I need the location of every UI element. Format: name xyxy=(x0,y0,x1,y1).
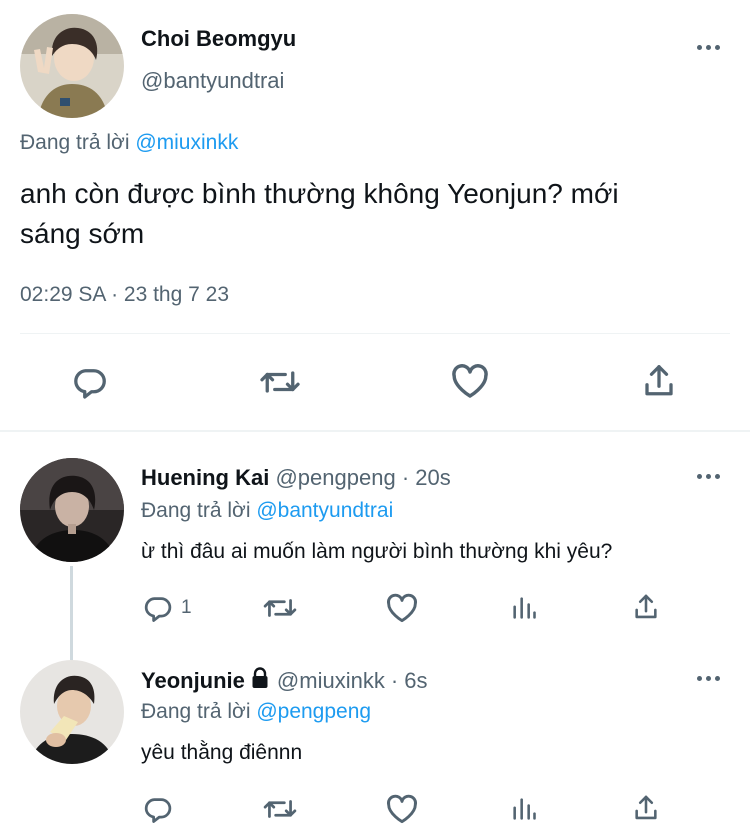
reply-icon xyxy=(143,794,173,824)
reply-context: Đang trả lời @pengpeng xyxy=(141,700,371,724)
reply-to-link[interactable]: @bantyundtrai xyxy=(256,499,393,522)
avatar[interactable] xyxy=(20,14,124,118)
tweet-text-line: sáng sớm xyxy=(20,218,145,249)
author-handle[interactable]: @miuxinkk xyxy=(277,668,385,694)
like-icon[interactable] xyxy=(451,363,489,399)
tweet-timestamp[interactable]: 02:29 SA · 23 thg 7 23 xyxy=(20,283,229,307)
more-options-icon[interactable] xyxy=(697,676,720,681)
author-handle[interactable]: @pengpeng xyxy=(275,465,395,490)
reply-icon[interactable] xyxy=(72,364,108,400)
reply-prefix: Đang trả lời xyxy=(20,131,130,154)
tweet-text: anh còn được bình thường không Yeonjun? … xyxy=(20,174,735,254)
share-icon[interactable] xyxy=(632,793,660,823)
like-icon[interactable] xyxy=(386,794,418,824)
tweet-time[interactable]: · 6s xyxy=(391,668,428,694)
reply-icon xyxy=(143,593,173,623)
retweet-icon[interactable] xyxy=(262,593,298,623)
reply-count: 1 xyxy=(181,597,192,618)
tweet-text: ừ thì đâu ai muốn làm người bình thường … xyxy=(141,540,613,563)
author-handle[interactable]: @bantyundtrai xyxy=(141,68,284,94)
author-name[interactable]: Choi Beomgyu xyxy=(141,26,296,52)
tweet-text-line: anh còn được bình thường không Yeonjun? … xyxy=(20,178,619,209)
author-name[interactable]: Huening Kai xyxy=(141,465,269,490)
reply-prefix: Đang trả lời xyxy=(141,499,251,522)
author-name[interactable]: Yeonjunie xyxy=(141,668,245,694)
lock-icon xyxy=(251,667,269,695)
analytics-icon[interactable] xyxy=(510,795,538,823)
avatar[interactable] xyxy=(20,458,124,562)
reply-header: Yeonjunie @miuxinkk · 6s xyxy=(141,667,428,695)
thread-line xyxy=(70,566,73,660)
reply-to-link[interactable]: @miuxinkk xyxy=(135,131,238,154)
reply-button[interactable] xyxy=(143,794,173,824)
reply-prefix: Đang trả lời xyxy=(141,700,251,723)
share-icon[interactable] xyxy=(632,592,660,622)
like-icon[interactable] xyxy=(386,593,418,623)
reply-context: Đang trả lời @bantyundtrai xyxy=(141,499,393,523)
retweet-icon[interactable] xyxy=(258,364,302,400)
more-options-icon[interactable] xyxy=(697,45,720,50)
reply-button[interactable]: 1 xyxy=(143,593,192,623)
tweet-text: yêu thằng điênnn xyxy=(141,741,303,764)
tweet-time[interactable]: · 20s xyxy=(402,465,451,490)
retweet-icon[interactable] xyxy=(262,794,298,824)
reply-context: Đang trả lời @miuxinkk xyxy=(20,131,238,155)
avatar[interactable] xyxy=(20,660,124,764)
section-divider xyxy=(0,430,750,432)
more-options-icon[interactable] xyxy=(697,474,720,479)
share-icon[interactable] xyxy=(641,362,677,400)
reply-header: Huening Kai @pengpeng · 20s xyxy=(141,465,451,491)
analytics-icon[interactable] xyxy=(510,594,538,622)
reply-to-link[interactable]: @pengpeng xyxy=(256,700,371,723)
divider xyxy=(20,333,730,334)
